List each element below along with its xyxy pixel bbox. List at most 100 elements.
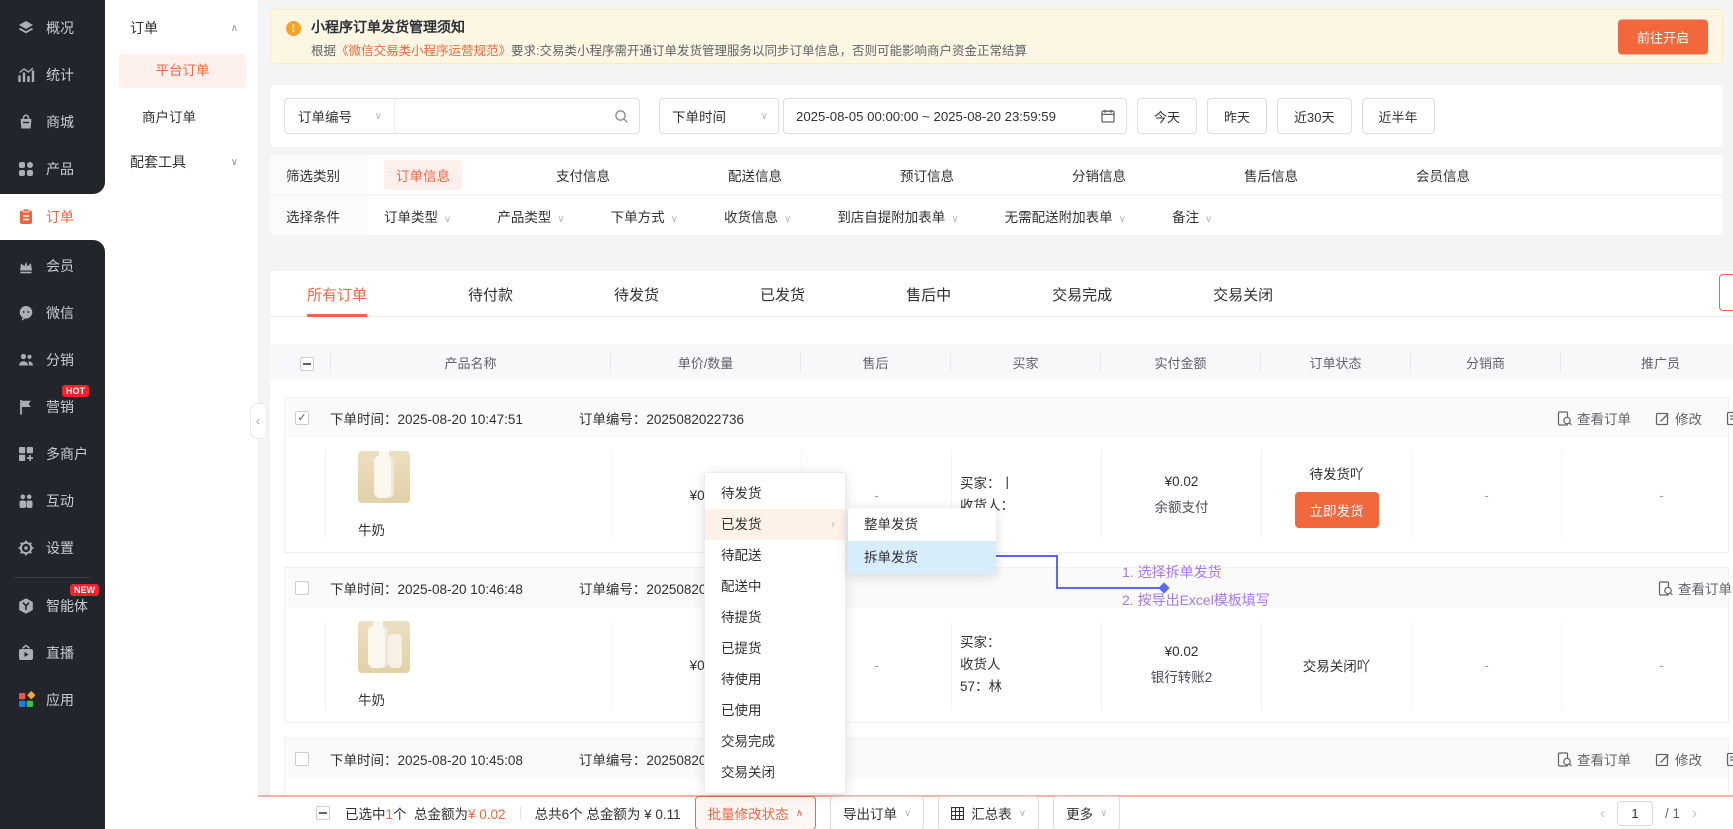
sidebar-item-orders[interactable]: 订单	[0, 194, 105, 240]
bar-chart-icon	[17, 66, 35, 84]
cond-order-type[interactable]: 订单类型∨	[384, 206, 451, 226]
summary-table-button[interactable]: 汇总表 ∨	[938, 796, 1039, 829]
product-image[interactable]	[358, 451, 410, 503]
row-checkbox[interactable]: ✓	[295, 411, 309, 425]
batch-edit-status-label: 批量修改状态	[708, 803, 789, 823]
menu-item-closed[interactable]: 交易关闭	[705, 757, 845, 788]
chevron-right-icon: ›	[831, 509, 835, 540]
quick-range-30days[interactable]: 近30天	[1277, 98, 1351, 134]
sidebar-collapse-handle[interactable]: ‹	[250, 403, 265, 439]
menu-item-shipped[interactable]: 已发货 ›	[705, 509, 845, 540]
submenu-item-platform-orders[interactable]: 平台订单	[119, 54, 246, 88]
submenu-item-whole-order-ship[interactable]: 整单发货	[848, 508, 996, 541]
search-field-select[interactable]: 订单编号 ∨	[285, 99, 395, 133]
filter-chip-booking-info[interactable]: 预订信息	[900, 165, 954, 185]
notice-link[interactable]: 《微信交易类小程序运营规范》	[336, 44, 511, 58]
chevron-down-icon: ∨	[444, 214, 451, 225]
sidebar-label: 商城	[46, 112, 74, 132]
quick-range-halfyear[interactable]: 近半年	[1362, 98, 1435, 134]
sidebar-item-apps[interactable]: 应用	[0, 676, 105, 723]
cond-remark[interactable]: 备注∨	[1172, 206, 1212, 226]
current-page-box[interactable]: 1	[1617, 801, 1653, 826]
sidebar-item-overview[interactable]: 概况	[0, 4, 105, 51]
sidebar-item-mall[interactable]: 商城	[0, 98, 105, 145]
search-input[interactable]	[395, 99, 614, 133]
sidebar-item-wechat[interactable]: 微信	[0, 289, 105, 336]
search-icon[interactable]	[614, 109, 629, 124]
filter-chip-order-info[interactable]: 订单信息	[384, 160, 462, 190]
apps-color-icon	[17, 691, 35, 709]
submenu-item-merchant-orders[interactable]: 商户订单	[105, 106, 258, 126]
edit-order-button[interactable]: 修改	[1655, 749, 1702, 769]
printer-icon	[1726, 752, 1733, 767]
chevron-left-icon: ‹	[256, 414, 260, 428]
view-order-button[interactable]: 查看订单	[1557, 408, 1631, 428]
print-order-button[interactable]	[1726, 752, 1733, 767]
tab-closed[interactable]: 交易关闭	[1213, 271, 1273, 316]
date-range-picker[interactable]: 2025-08-05 00:00:00 ~ 2025-08-20 23:59:5…	[783, 98, 1127, 134]
tab-shipped[interactable]: 已发货	[760, 271, 805, 316]
menu-item-pending-pickup[interactable]: 待提货	[705, 602, 845, 633]
filter-chip-aftersale-info[interactable]: 售后信息	[1244, 165, 1298, 185]
tab-completed[interactable]: 交易完成	[1052, 271, 1112, 316]
quick-range-today[interactable]: 今天	[1137, 98, 1197, 134]
col-price-qty: 单价/数量	[610, 353, 800, 372]
open-shipping-service-button[interactable]: 前往开启	[1618, 19, 1708, 54]
cond-order-method[interactable]: 下单方式∨	[611, 206, 678, 226]
menu-item-used[interactable]: 已使用	[705, 695, 845, 726]
select-all-checkbox[interactable]	[300, 357, 314, 371]
tab-pending-payment[interactable]: 待付款	[468, 271, 513, 316]
sidebar-item-distribution[interactable]: 分销	[0, 336, 105, 383]
menu-item-pending-shipment[interactable]: 待发货	[705, 478, 845, 509]
filter-chip-distribution-info[interactable]: 分销信息	[1072, 165, 1126, 185]
tab-pending-shipment[interactable]: 待发货	[614, 271, 659, 316]
sidebar-item-multi-merchant[interactable]: 多商户	[0, 430, 105, 477]
sidebar-item-interaction[interactable]: 互动	[0, 477, 105, 524]
row-checkbox[interactable]	[295, 581, 309, 595]
cond-no-delivery-form[interactable]: 无需配送附加表单∨	[1005, 206, 1126, 226]
sidebar-label: 订单	[46, 207, 74, 227]
sidebar-label: 产品	[46, 159, 74, 179]
more-button[interactable]: 更多 ∨	[1053, 796, 1120, 829]
cond-pickup-form[interactable]: 到店自提附加表单∨	[837, 206, 958, 226]
filter-chip-payment-info[interactable]: 支付信息	[556, 165, 610, 185]
batch-edit-status-button[interactable]: 批量修改状态 ∧	[695, 796, 816, 829]
tab-all-orders[interactable]: 所有订单	[307, 271, 367, 317]
sidebar-item-settings[interactable]: 设置	[0, 524, 105, 571]
sidebar-item-marketing[interactable]: 营销 HOT	[0, 383, 105, 430]
hexagon-bot-icon	[17, 597, 35, 615]
footer-select-checkbox[interactable]	[316, 806, 330, 820]
row-checkbox[interactable]	[295, 752, 309, 766]
cond-product-type[interactable]: 产品类型∨	[497, 206, 564, 226]
quick-range-yesterday[interactable]: 昨天	[1207, 98, 1267, 134]
ship-now-button[interactable]: 立即发货	[1295, 492, 1379, 528]
cond-shipping-info[interactable]: 收货信息∨	[724, 206, 791, 226]
view-order-button[interactable]: 查看订单	[1557, 749, 1631, 769]
menu-item-pending-use[interactable]: 待使用	[705, 664, 845, 695]
menu-item-delivering[interactable]: 配送中	[705, 571, 845, 602]
sidebar-item-agent[interactable]: 智能体 NEW	[0, 582, 105, 629]
submenu-item-split-order-ship[interactable]: 拆单发货	[848, 541, 996, 574]
menu-item-completed[interactable]: 交易完成	[705, 726, 845, 757]
product-image[interactable]	[358, 621, 410, 673]
filter-chip-delivery-info[interactable]: 配送信息	[728, 165, 782, 185]
view-order-button[interactable]: 查看订单	[1658, 578, 1732, 598]
export-orders-button[interactable]: 导出订单 ∨	[830, 796, 924, 829]
edit-order-button[interactable]: 修改	[1655, 408, 1702, 428]
sidebar-item-live[interactable]: 直播	[0, 629, 105, 676]
submenu-group-tools[interactable]: 配套工具 ∨	[105, 152, 258, 172]
tab-aftersale[interactable]: 售后中	[906, 271, 951, 316]
filter-chip-member-info[interactable]: 会员信息	[1416, 165, 1470, 185]
next-page-icon[interactable]: ›	[1692, 805, 1697, 822]
prev-page-icon[interactable]: ‹	[1600, 805, 1605, 822]
edit-order-label: 修改	[1675, 408, 1702, 428]
menu-item-picked-up[interactable]: 已提货	[705, 633, 845, 664]
submenu-group-orders[interactable]: 订单 ∧	[105, 18, 258, 38]
print-order-button[interactable]	[1726, 411, 1733, 426]
clipped-side-action-button[interactable]	[1719, 274, 1733, 311]
sidebar-item-members[interactable]: 会员	[0, 242, 105, 289]
sidebar-item-statistics[interactable]: 统计	[0, 51, 105, 98]
menu-item-pending-delivery[interactable]: 待配送	[705, 540, 845, 571]
time-type-select[interactable]: 下单时间 ∨	[659, 98, 779, 134]
sidebar-item-products[interactable]: 产品	[0, 145, 105, 192]
